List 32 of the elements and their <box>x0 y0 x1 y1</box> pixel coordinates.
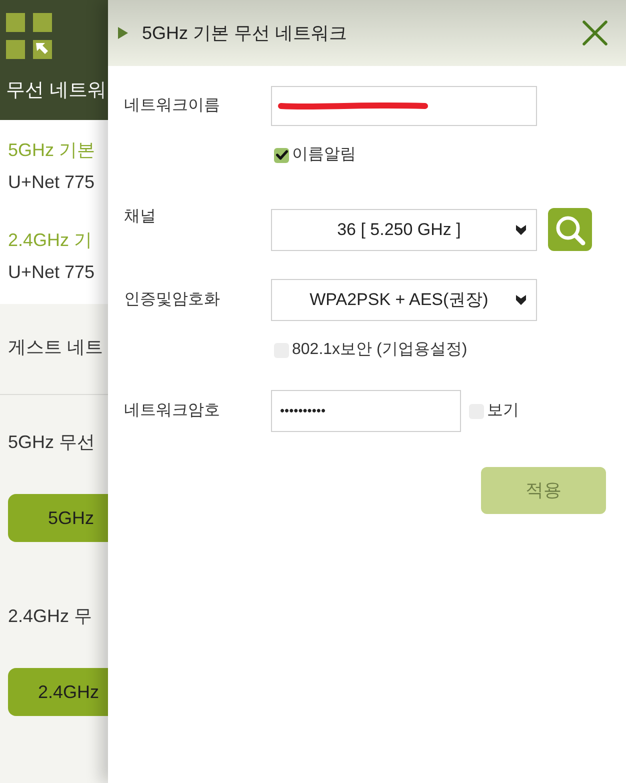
network-name: U+Net 775 <box>8 261 96 284</box>
password-field[interactable]: •••••••••• <box>271 390 461 432</box>
field-label: 인증및암호화 <box>124 290 221 310</box>
network-name-field[interactable] <box>271 86 537 126</box>
section-title: 2.4GHz 무 <box>8 605 94 628</box>
wireless-toggle-button[interactable]: 5GHz <box>8 494 108 542</box>
select-dropdown[interactable]: WPA2PSK + AES(권장) <box>271 279 537 321</box>
chevron-down-icon <box>516 224 526 234</box>
triangle-right-icon <box>118 27 128 39</box>
chevron-down-icon <box>516 295 526 305</box>
check-icon <box>276 150 288 160</box>
network-name: U+Net 775 <box>8 171 96 194</box>
search-button[interactable] <box>548 208 592 251</box>
network-band-label: 2.4GHz 기 <box>8 229 94 252</box>
field-label: 채널 <box>124 207 157 227</box>
select-dropdown[interactable]: 36 [ 5.250 GHz ] <box>271 208 537 250</box>
network-band-label: 5GHz 기본 <box>8 139 96 162</box>
checkbox[interactable] <box>274 148 289 162</box>
field-label: 네트워크암호 <box>124 401 221 421</box>
search-icon <box>554 214 586 246</box>
checkbox-label: 802.1x보안 (기업용설정) <box>292 340 468 360</box>
checkbox-label: 보기 <box>487 401 519 421</box>
close-icon <box>582 20 608 46</box>
section-title: 5GHz 무선 <box>8 431 96 454</box>
close-button[interactable] <box>582 20 608 46</box>
logo-icon <box>6 13 52 59</box>
field-label: 네트워크이름 <box>124 96 221 116</box>
checkbox-label: 이름알림 <box>292 145 356 165</box>
page-title: 무선 네트워 <box>6 79 108 103</box>
dialog-title: 5GHz 기본 무선 네트워크 <box>142 22 348 44</box>
section-title: 게스트 네트 <box>8 336 104 359</box>
wireless-toggle-button[interactable]: 2.4GHz <box>8 668 108 716</box>
